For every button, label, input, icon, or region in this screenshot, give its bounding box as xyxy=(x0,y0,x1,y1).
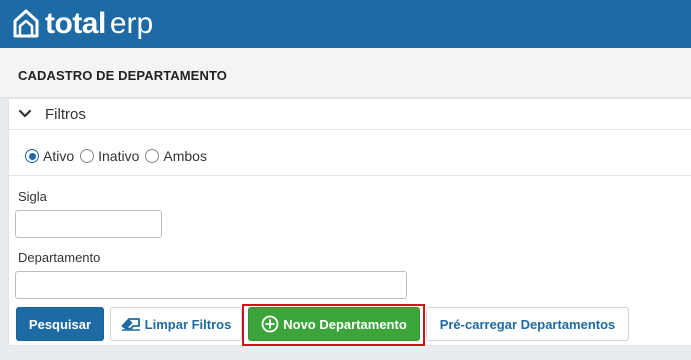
brand-logo[interactable]: total erp xyxy=(12,6,153,42)
highlight-frame xyxy=(242,304,425,346)
top-navbar: total erp xyxy=(0,0,691,48)
eraser-icon xyxy=(121,318,140,331)
radio-inativo-label: Inativo xyxy=(98,148,140,164)
radio-ativo[interactable]: Ativo xyxy=(25,148,74,164)
clear-filters-label: Limpar Filtros xyxy=(144,316,232,332)
radio-ambos-circle[interactable] xyxy=(145,149,160,163)
sigla-label: Sigla xyxy=(18,189,47,204)
house-logo-icon xyxy=(13,9,39,38)
chevron-down-icon[interactable] xyxy=(18,108,32,120)
preload-departments-label: Pré-carregar Departamentos xyxy=(439,316,616,332)
preload-departments-button[interactable]: Pré-carregar Departamentos xyxy=(426,307,629,341)
sigla-input[interactable] xyxy=(15,210,162,238)
radio-inativo[interactable]: Inativo xyxy=(80,148,139,164)
status-radio-group: Ativo Inativo Ambos xyxy=(25,147,213,165)
departamento-input[interactable] xyxy=(15,271,407,299)
search-button[interactable]: Pesquisar xyxy=(16,307,104,341)
filters-title: Filtros xyxy=(45,106,86,123)
departamento-label: Departamento xyxy=(18,250,101,265)
radio-ambos-label: Ambos xyxy=(163,148,207,164)
page-title: CADASTRO DE DEPARTAMENTO xyxy=(18,68,227,83)
radio-ativo-circle[interactable] xyxy=(25,149,39,163)
radio-ambos[interactable]: Ambos xyxy=(145,148,207,164)
page-header: CADASTRO DE DEPARTAMENTO xyxy=(0,48,691,98)
clear-filters-button[interactable]: Limpar Filtros xyxy=(110,307,242,341)
brand-name-light: erp xyxy=(109,7,154,40)
filters-divider xyxy=(9,175,691,176)
filters-panel-header[interactable]: Filtros xyxy=(9,99,691,130)
radio-ativo-label: Ativo xyxy=(43,148,75,164)
search-button-label: Pesquisar xyxy=(28,316,92,332)
radio-inativo-circle[interactable] xyxy=(80,149,95,163)
brand-name-bold: total xyxy=(45,7,106,40)
